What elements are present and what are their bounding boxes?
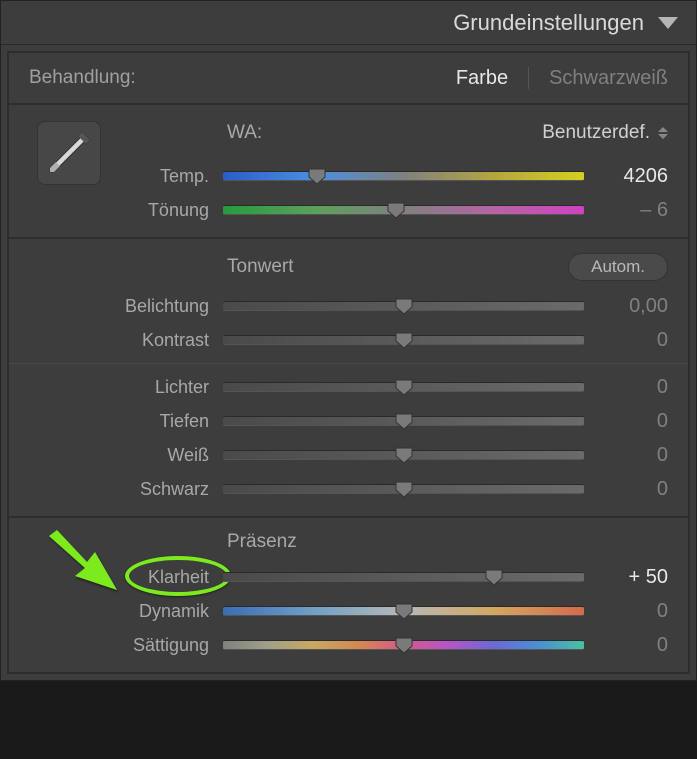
highlights-value[interactable]: 0 <box>598 376 668 399</box>
shadows-slider[interactable] <box>223 416 584 426</box>
saturation-row: Sättigung 0 <box>29 628 668 662</box>
exposure-value[interactable]: 0,00 <box>598 295 668 318</box>
exposure-slider[interactable] <box>223 301 584 311</box>
presence-title: Präsenz <box>227 528 668 556</box>
saturation-value[interactable]: 0 <box>598 634 668 657</box>
panel-header[interactable]: Grundeinstellungen <box>1 1 696 45</box>
auto-tone-button[interactable]: Autom. <box>568 253 668 281</box>
vibrance-slider[interactable] <box>223 606 584 616</box>
contrast-value[interactable]: 0 <box>598 329 668 352</box>
temp-row: Temp. 4206 <box>29 159 668 193</box>
tint-slider[interactable] <box>223 205 584 215</box>
clarity-label: Klarheit <box>29 567 209 588</box>
whites-row: Weiß 0 <box>29 438 668 472</box>
whites-label: Weiß <box>29 445 209 466</box>
contrast-label: Kontrast <box>29 330 209 351</box>
exposure-row: Belichtung 0,00 <box>29 289 668 323</box>
separator <box>528 67 529 89</box>
highlights-row: Lichter 0 <box>29 370 668 404</box>
shadows-value[interactable]: 0 <box>598 410 668 433</box>
temp-slider[interactable] <box>223 171 584 181</box>
panel-title: Grundeinstellungen <box>453 10 644 36</box>
blacks-row: Schwarz 0 <box>29 472 668 506</box>
wb-section: WA: Benutzerdef. Temp. 4206 Tönung – <box>7 105 690 239</box>
shadows-label: Tiefen <box>29 411 209 432</box>
vibrance-value[interactable]: 0 <box>598 600 668 623</box>
wb-preset-value: Benutzerdef. <box>542 122 650 144</box>
whites-value[interactable]: 0 <box>598 444 668 467</box>
divider <box>9 363 688 364</box>
highlights-slider[interactable] <box>223 382 584 392</box>
highlights-thumb[interactable] <box>394 378 414 396</box>
contrast-row: Kontrast 0 <box>29 323 668 357</box>
basic-panel: Grundeinstellungen Behandlung: Farbe Sch… <box>0 0 697 681</box>
saturation-label: Sättigung <box>29 635 209 656</box>
clarity-slider[interactable] <box>223 572 584 582</box>
temp-thumb[interactable] <box>307 167 327 185</box>
treatment-label: Behandlung: <box>29 67 456 89</box>
vibrance-label: Dynamik <box>29 601 209 622</box>
disclosure-triangle-icon[interactable] <box>658 17 678 29</box>
saturation-slider[interactable] <box>223 640 584 650</box>
contrast-slider[interactable] <box>223 335 584 345</box>
wb-label: WA: <box>227 122 542 144</box>
annotation-arrow-icon <box>35 524 125 600</box>
presence-section: Präsenz Klarheit + 50 Dynamik <box>7 518 690 674</box>
treatment-section: Behandlung: Farbe Schwarzweiß <box>7 51 690 105</box>
whites-slider[interactable] <box>223 450 584 460</box>
tint-value[interactable]: – 6 <box>598 199 668 222</box>
clarity-thumb[interactable] <box>484 568 504 586</box>
tone-title: Tonwert <box>227 256 568 278</box>
clarity-value[interactable]: + 50 <box>598 566 668 589</box>
shadows-row: Tiefen 0 <box>29 404 668 438</box>
treatment-color[interactable]: Farbe <box>456 67 508 90</box>
highlights-label: Lichter <box>29 377 209 398</box>
vibrance-row: Dynamik 0 <box>29 594 668 628</box>
blacks-slider[interactable] <box>223 484 584 494</box>
exposure-thumb[interactable] <box>394 297 414 315</box>
temp-label: Temp. <box>29 166 209 187</box>
blacks-thumb[interactable] <box>394 480 414 498</box>
tone-section: Tonwert Autom. Belichtung 0,00 Kontrast … <box>7 239 690 518</box>
blacks-label: Schwarz <box>29 479 209 500</box>
contrast-thumb[interactable] <box>394 331 414 349</box>
wb-preset-dropdown[interactable]: Benutzerdef. <box>542 122 668 144</box>
blacks-value[interactable]: 0 <box>598 478 668 501</box>
shadows-thumb[interactable] <box>394 412 414 430</box>
tint-label: Tönung <box>29 200 209 221</box>
saturation-thumb[interactable] <box>394 636 414 654</box>
tint-row: Tönung – 6 <box>29 193 668 227</box>
dropdown-caret-icon <box>658 127 668 139</box>
vibrance-thumb[interactable] <box>394 602 414 620</box>
exposure-label: Belichtung <box>29 296 209 317</box>
whites-thumb[interactable] <box>394 446 414 464</box>
temp-value[interactable]: 4206 <box>598 165 668 188</box>
tint-thumb[interactable] <box>386 201 406 219</box>
treatment-bw[interactable]: Schwarzweiß <box>549 67 668 90</box>
clarity-row: Klarheit + 50 <box>29 560 668 594</box>
